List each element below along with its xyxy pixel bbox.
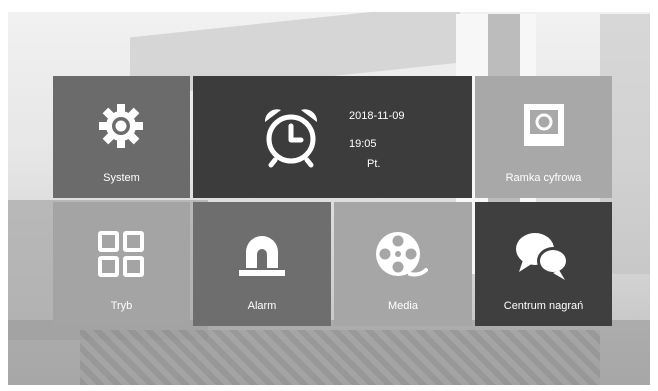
alarm-tile[interactable]: Alarm bbox=[193, 202, 331, 326]
screen-bezel-right bbox=[650, 0, 658, 391]
system-tile[interactable]: System bbox=[53, 76, 190, 198]
digital-frame-tile[interactable]: Ramka cyfrowa bbox=[475, 76, 612, 198]
clock-tile[interactable]: 2018-11-09 19:05 Pt. bbox=[193, 76, 472, 198]
screen-bezel-left bbox=[0, 0, 8, 391]
home-screen: System 2018-11-09 19:05 Pt. Ramka cyfrow… bbox=[0, 0, 658, 391]
chat-bubbles-icon bbox=[516, 233, 569, 280]
siren-icon bbox=[239, 236, 285, 276]
digital-frame-label: Ramka cyfrowa bbox=[505, 172, 582, 184]
date-text: 2018-11-09 bbox=[349, 110, 405, 122]
background-rug bbox=[80, 330, 600, 385]
screen-bezel-bottom bbox=[0, 385, 658, 391]
picture-frame-icon bbox=[524, 104, 564, 146]
system-label: System bbox=[103, 172, 140, 184]
alarm-clock-icon bbox=[264, 109, 318, 168]
recording-center-tile[interactable]: Centrum nagrań bbox=[475, 202, 612, 326]
media-label: Media bbox=[388, 300, 418, 312]
mode-label: Tryb bbox=[110, 300, 133, 312]
screen-bezel-top bbox=[0, 0, 658, 12]
film-reel-icon bbox=[376, 232, 428, 277]
time-text: 19:05 bbox=[349, 138, 377, 150]
mode-tile[interactable]: Tryb bbox=[53, 202, 190, 326]
grid-icon bbox=[98, 231, 144, 277]
gear-icon bbox=[99, 104, 143, 148]
recording-center-label: Centrum nagrań bbox=[503, 300, 584, 312]
day-text: Pt. bbox=[367, 158, 381, 170]
media-tile[interactable]: Media bbox=[334, 202, 472, 326]
alarm-label: Alarm bbox=[247, 300, 277, 312]
